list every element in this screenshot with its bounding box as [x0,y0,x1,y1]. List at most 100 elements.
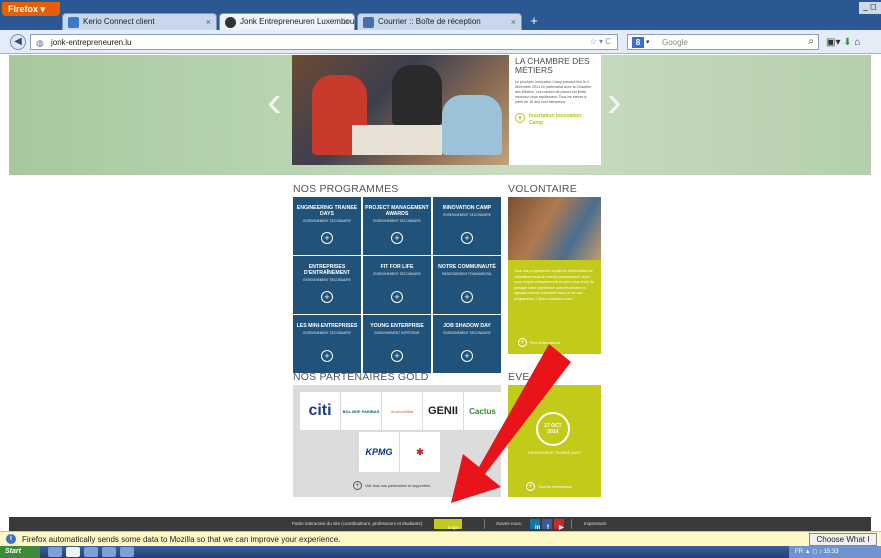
hero-photo [292,55,509,165]
tab-label: Jonk Entrepreneuren Luxembourg asbl [240,17,355,26]
linkedin-icon[interactable]: in [530,519,540,531]
back-button[interactable]: ◀ [10,34,26,50]
plus-circle-icon: + [515,113,525,123]
volontaire-link[interactable]: + Plus d'informations [518,338,561,347]
programme-tile[interactable]: NOTRE COMMUNAUTÉ ENSEIGNEMENT FONDAMENTAL… [433,256,501,314]
event-date: 17 OCT 2014 [544,423,562,435]
tile-sub: ENSEIGNEMENT SECONDAIRE [373,272,421,276]
partner-logo-bgl[interactable]: BGL BNP PARIBAS [341,392,381,430]
plus-circle-icon: + [321,291,333,303]
partners-link[interactable]: + Voir tous nos partenaires et supporter… [353,481,431,490]
partner-logo-text: BGL BNP PARIBAS [342,408,380,414]
partner-logo-arcelormittal[interactable]: ArcelorMittal [382,392,422,430]
hero-slider: ‹ LA CHAMBRE DES MÉTIERS Le prochain Inn… [9,55,871,175]
chevron-right-icon[interactable]: › [607,77,622,127]
choose-what-i-share-button[interactable]: Choose What I Share [809,533,877,555]
url-text: jonk-entrepreneuren.lu [51,38,132,47]
tab-label: Courrier :: Boîte de réception [378,17,481,26]
taskbar-item[interactable] [102,547,116,557]
partners-title: NOS PARTENAIRES GOLD [293,371,429,383]
tile-sub: ENSEIGNEMENT SUPÉRIEUR [374,331,420,335]
events-link[interactable]: + Tous les événements [526,482,572,491]
tile-sub: ENSEIGNEMENT FONDAMENTAL [441,272,493,276]
partner-logo-kpmg[interactable]: KPMG [359,432,399,472]
programme-tile[interactable]: JOB SHADOW DAY ENSEIGNEMENT SECONDAIRE + [433,315,501,373]
toolbar-icons[interactable]: ▣▾ ⬇ ⌂ [826,37,860,48]
volontaire-text: Tous nos programmes requièrent l'interve… [514,269,594,301]
notification-bar: i Firefox automatically sends some data … [0,531,881,555]
volontaire-title: VOLONTAIRE [508,183,577,195]
programme-tile[interactable]: YOUNG ENTERPRISE ENSEIGNEMENT SUPÉRIEUR + [363,315,431,373]
tile-name: YOUNG ENTERPRISE [370,323,424,329]
tab-kerio[interactable]: Kerio Connect client × [62,13,217,30]
plus-circle-icon: + [461,291,473,303]
system-tray: FR ▲ ◻ ♪ 15:33 [789,546,881,558]
partners-link-label: Voir tous nos partenaires et supporters [365,484,431,488]
facebook-icon[interactable]: f [542,519,552,531]
partner-logo-text: GENII [428,405,458,417]
plus-circle-icon: + [321,232,333,244]
close-icon[interactable]: × [206,17,211,27]
home-icon[interactable]: ⌂ [854,37,860,48]
tab-courrier[interactable]: Courrier :: Boîte de réception × [357,13,522,30]
plus-circle-icon: + [461,232,473,244]
tile-sub: ENSEIGNEMENT SECONDAIRE [303,278,351,282]
search-icon[interactable]: ⌕ [808,36,814,47]
hero-panel: LA CHAMBRE DES MÉTIERS Le prochain Innov… [509,55,601,165]
tile-name: ENTREPRISES D'ENTRAÎNEMENT [303,264,351,276]
download-icon[interactable]: ⬇ [843,37,851,48]
programme-tile[interactable]: ENTREPRISES D'ENTRAÎNEMENT ENSEIGNEMENT S… [293,256,361,314]
programme-tile[interactable]: INNOVATION CAMP ENSEIGNEMENT SECONDAIRE + [433,197,501,255]
programme-tile[interactable]: PROJECT MANAGEMENT AWARDS ENSEIGNEMENT SE… [363,197,431,255]
youtube-icon[interactable]: ▶ [554,519,564,531]
plus-circle-icon: + [391,350,403,362]
window-controls[interactable]: _ ◻ [859,2,881,14]
close-icon[interactable]: × [344,17,349,27]
events-box: 17 OCT 2014 ENGINEERING TRAINEE DAYS + T… [508,385,601,497]
taskbar-item[interactable] [84,547,98,557]
events-title: EVE [508,371,530,383]
partner-emblem-icon: ✱ [416,446,424,457]
start-button[interactable]: Start [0,546,40,558]
impressum-link[interactable]: Impressum [584,521,606,526]
taskbar-item[interactable] [66,547,80,557]
event-date-circle[interactable]: 17 OCT 2014 [536,412,570,446]
taskbar-item[interactable] [120,547,134,557]
tile-name: JOB SHADOW DAY [443,323,491,329]
partner-logo-genii[interactable]: GENII [423,392,463,430]
bookmarks-icon[interactable]: ▣▾ [826,37,840,48]
chevron-left-icon[interactable]: ‹ [267,77,282,127]
firefox-menu-button[interactable]: Firefox ▾ [2,2,60,16]
navigation-bar: ◀ ◍ jonk-entrepreneuren.lu ☆ ▾ C 8 ▾ Goo… [0,30,881,54]
reload-icon[interactable]: ☆ ▾ C [590,37,611,46]
footer-follow-text: Suivez-nous: [496,521,523,526]
taskbar-item[interactable] [48,547,62,557]
site-footer: Partie interactive du site (coordinateur… [9,517,871,531]
login-button[interactable]: Login ⌂ [434,519,462,530]
globe-icon: ◍ [36,38,44,48]
partner-logo-citi[interactable]: citi [300,392,340,430]
programme-tile[interactable]: FIT FOR LIFE ENSEIGNEMENT SECONDAIRE + [363,256,431,314]
close-icon[interactable]: × [511,17,516,27]
tile-sub: ENSEIGNEMENT SECONDAIRE [303,219,351,223]
volontaire-link-label: Plus d'informations [530,341,561,345]
info-icon: i [6,534,16,544]
programme-tile[interactable]: ENGINEERING TRAINEE DAYS ENSEIGNEMENT SEC… [293,197,361,255]
url-bar[interactable]: ◍ jonk-entrepreneuren.lu ☆ ▾ C [30,34,618,50]
partner-logo-text: citi [308,402,332,419]
partner-logo-other[interactable]: ✱ [400,432,440,472]
programme-tile[interactable]: LES MINI-ENTREPRISES ENSEIGNEMENT SECONDA… [293,315,361,373]
tab-jonk[interactable]: Jonk Entrepreneuren Luxembourg asbl × [219,13,355,30]
partner-logo-text: Cactus [469,406,496,416]
hero-link[interactable]: + Inscription Innovation Camp [515,113,595,127]
volontaire-box: Tous nos programmes requièrent l'interve… [508,197,601,354]
plus-circle-icon: + [353,481,362,490]
partners-box: citi BGL BNP PARIBAS ArcelorMittal GENII… [293,385,501,497]
site-favicon-icon [225,17,236,28]
tile-name: INNOVATION CAMP [442,205,492,211]
new-tab-button[interactable]: + [525,14,543,30]
search-input[interactable]: 8 ▾ Google ⌕ [627,34,819,50]
partner-logo-cactus[interactable]: Cactus [464,392,501,430]
events-link-label: Tous les événements [538,485,572,489]
plus-circle-icon: + [391,232,403,244]
